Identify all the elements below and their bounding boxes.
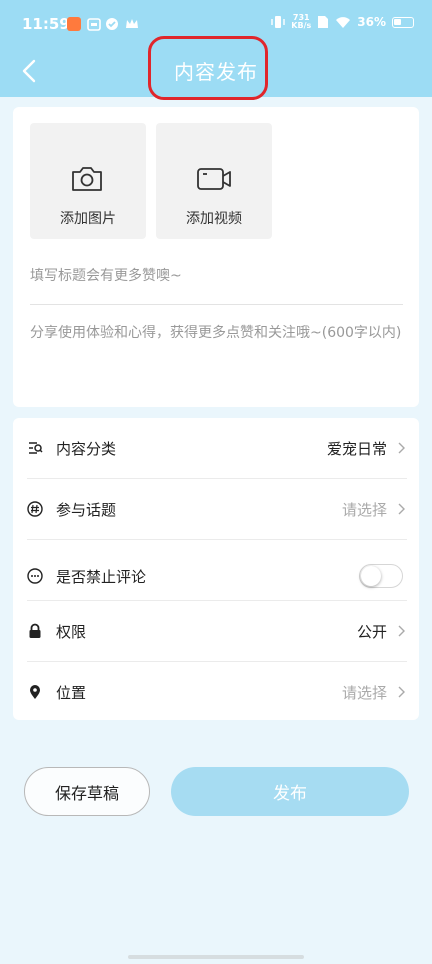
category-label: 内容分类 bbox=[56, 439, 117, 458]
category-icon bbox=[29, 442, 43, 454]
add-image-label: 添加图片 bbox=[60, 211, 116, 227]
permission-label: 权限 bbox=[56, 622, 87, 641]
topic-label: 参与话题 bbox=[56, 500, 117, 519]
location-label: 位置 bbox=[56, 683, 87, 702]
disable-comments-label: 是否禁止评论 bbox=[56, 567, 147, 586]
status-time: 11:59 bbox=[22, 15, 70, 33]
chevron-right-icon bbox=[398, 625, 405, 637]
publish-button[interactable]: 发布 bbox=[171, 767, 409, 816]
add-video-label: 添加视频 bbox=[186, 211, 242, 227]
category-value: 爱宠日常 bbox=[326, 439, 387, 458]
sim-icon bbox=[318, 16, 329, 28]
editor-card: 添加图片 添加视频 填写标题会有更多赞噢~ 分享使用体验和心得，获得更多点赞和关… bbox=[13, 107, 419, 407]
app-notification-icon bbox=[67, 17, 81, 31]
divider bbox=[30, 304, 403, 305]
crown-icon bbox=[126, 19, 138, 28]
disable-comments-row: 是否禁止评论 bbox=[13, 546, 419, 606]
toggle-knob bbox=[361, 566, 381, 586]
home-indicator[interactable] bbox=[128, 955, 304, 959]
disable-comments-toggle[interactable] bbox=[359, 564, 403, 588]
comment-icon bbox=[27, 568, 43, 584]
battery-percent: 36% bbox=[357, 15, 386, 29]
wifi-icon bbox=[336, 16, 351, 28]
chevron-right-icon bbox=[398, 442, 405, 454]
calendar-icon bbox=[87, 18, 101, 31]
hashtag-icon bbox=[27, 501, 43, 517]
check-badge-icon bbox=[106, 18, 118, 30]
lock-icon bbox=[29, 623, 41, 638]
camera-icon bbox=[72, 167, 102, 191]
topic-row[interactable]: 参与话题 请选择 bbox=[13, 479, 419, 539]
title-highlight-circle bbox=[148, 36, 268, 100]
settings-card: 内容分类 爱宠日常 参与话题 请选择 是否禁止评论 权限 公开 位置 请选择 bbox=[13, 418, 419, 720]
battery-icon bbox=[392, 16, 414, 28]
chevron-right-icon bbox=[398, 686, 405, 698]
permission-row[interactable]: 权限 公开 bbox=[13, 601, 419, 661]
divider bbox=[27, 539, 407, 540]
vibrate-icon bbox=[271, 16, 285, 28]
location-pin-icon bbox=[30, 685, 40, 699]
title-input[interactable]: 填写标题会有更多赞噢~ bbox=[30, 265, 182, 285]
status-right: 731 KB/s 36% bbox=[271, 14, 414, 30]
add-video-button[interactable]: 添加视频 bbox=[156, 123, 272, 239]
category-row[interactable]: 内容分类 爱宠日常 bbox=[13, 418, 419, 478]
location-row[interactable]: 位置 请选择 bbox=[13, 662, 419, 722]
content-textarea[interactable]: 分享使用体验和心得，获得更多点赞和关注哦~(600字以内) bbox=[30, 322, 402, 344]
location-value: 请选择 bbox=[341, 683, 387, 702]
net-speed: 731 KB/s bbox=[291, 13, 312, 30]
chevron-right-icon bbox=[398, 503, 405, 515]
topic-value: 请选择 bbox=[341, 500, 387, 519]
add-image-button[interactable]: 添加图片 bbox=[30, 123, 146, 239]
permission-value: 公开 bbox=[356, 622, 387, 641]
save-draft-button[interactable]: 保存草稿 bbox=[24, 767, 150, 816]
video-camera-icon bbox=[197, 168, 231, 190]
